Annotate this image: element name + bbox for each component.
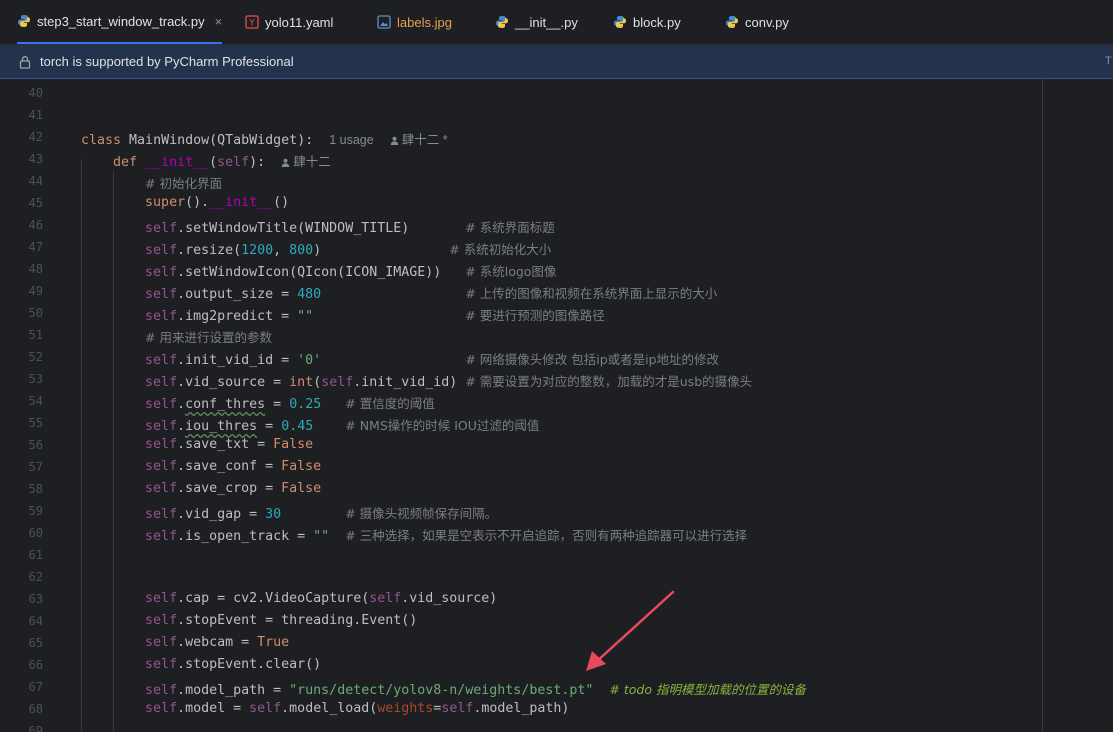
banner-text: torch is supported by PyCharm Profession…: [40, 54, 294, 69]
line-number: 55: [28, 416, 43, 430]
code-line: self.init_vid_id = '0' # 网络摄像头修改 包括ip或者是…: [145, 352, 720, 368]
python-file-icon: [496, 16, 508, 28]
python-file-icon: [18, 15, 30, 27]
line-number: 53: [28, 372, 43, 386]
author-inlay-hint[interactable]: 肆十二 *: [390, 133, 448, 147]
code-line: self.webcam = True: [145, 635, 290, 650]
code-line: self.stopEvent = threading.Event(): [145, 613, 418, 628]
yaml-file-icon: Y: [245, 15, 259, 29]
tab-label: yolo11.yaml: [265, 14, 334, 30]
person-icon: [281, 158, 290, 167]
line-number: 65: [28, 636, 43, 650]
tab-conv-py[interactable]: conv.py: [725, 0, 789, 44]
code-line: self.is_open_track = "" # 三种选择，如果是空表示不开启…: [145, 528, 748, 544]
line-number: 62: [28, 570, 43, 584]
image-file-icon: [377, 15, 391, 29]
tab-label: __init__.py: [515, 14, 578, 30]
tab-block-py[interactable]: block.py: [613, 0, 681, 44]
tab-label: step3_start_window_track.py: [37, 13, 205, 29]
tab-label: labels.jpg: [397, 14, 452, 30]
tab-init-py[interactable]: __init__.py: [495, 0, 578, 44]
banner-overflow-text: T: [1105, 55, 1112, 67]
line-number: 67: [28, 680, 43, 694]
line-number: 50: [28, 306, 43, 320]
tab-label: conv.py: [745, 14, 789, 30]
editor-tab-bar: step3_start_window_track.py × Y yolo11.y…: [0, 0, 1113, 45]
close-icon[interactable]: ×: [215, 14, 223, 29]
python-file-icon: [726, 16, 738, 28]
code-line: self.iou_thres = 0.45 # NMS操作的时候 IOU过滤的阈…: [145, 418, 540, 434]
line-number: 59: [28, 504, 43, 518]
code-line: class MainWindow(QTabWidget): 1 usage 肆十…: [81, 133, 448, 148]
usage-inlay-hint[interactable]: 1 usage: [329, 133, 373, 147]
line-number: 46: [28, 218, 43, 232]
tab-step3-start-window-track[interactable]: step3_start_window_track.py ×: [17, 0, 223, 44]
plugin-notification-banner: torch is supported by PyCharm Profession…: [0, 45, 1113, 79]
code-line: self.stopEvent.clear(): [145, 657, 322, 672]
code-line: self.conf_thres = 0.25 # 置信度的阈值: [145, 396, 435, 412]
line-number: 44: [28, 174, 43, 188]
line-number: 56: [28, 438, 43, 452]
code-line: self.setWindowIcon(QIcon(ICON_IMAGE)) # …: [145, 264, 557, 280]
code-line: def __init__(self): 肆十二: [113, 155, 331, 170]
code-line: self.save_crop = False: [145, 481, 322, 496]
code-line: self.setWindowTitle(WINDOW_TITLE) # 系统界面…: [145, 220, 555, 236]
line-number: 69: [28, 724, 43, 732]
code-line: # 用来进行设置的参数: [145, 330, 272, 345]
line-number: 40: [28, 86, 43, 100]
python-file-icon: [614, 16, 626, 28]
code-line: self.cap = cv2.VideoCapture(self.vid_sou…: [145, 591, 498, 606]
tab-label: block.py: [633, 14, 681, 30]
code-line: self.resize(1200, 800) # 系统初始化大小: [145, 242, 552, 258]
code-line: # 初始化界面: [145, 176, 222, 191]
code-line: self.vid_source = int(self.init_vid_id) …: [145, 374, 753, 390]
line-number: 68: [28, 702, 43, 716]
tab-labels-jpg[interactable]: labels.jpg: [377, 0, 452, 44]
line-number: 64: [28, 614, 43, 628]
line-number: 52: [28, 350, 43, 364]
line-number: 58: [28, 482, 43, 496]
code-editor[interactable]: 40 41 42 43 44 45 46 47 48 49 50 51 52 5…: [0, 79, 1113, 732]
line-number: 60: [28, 526, 43, 540]
person-icon: [390, 136, 398, 145]
line-number: 51: [28, 328, 43, 342]
tab-yolo11-yaml[interactable]: Y yolo11.yaml: [245, 0, 333, 44]
line-number: 42: [28, 130, 43, 144]
code-line: self.model_path = "runs/detect/yolov8-n/…: [145, 682, 806, 698]
line-number: 61: [28, 548, 43, 562]
line-number: 63: [28, 592, 43, 606]
svg-text:Y: Y: [248, 19, 255, 29]
code-line: self.save_txt = False: [145, 437, 314, 452]
line-number: 48: [28, 262, 43, 276]
line-number: 49: [28, 284, 43, 298]
lock-icon: [19, 55, 31, 69]
code-line: self.img2predict = "" # 要进行预测的图像路径: [145, 308, 605, 324]
code-line: super().__init__(): [145, 195, 290, 210]
right-margin-guide: [1042, 79, 1043, 732]
code-line: self.model = self.model_load(weights=sel…: [145, 701, 570, 716]
code-line: self.output_size = 480 # 上传的图像和视频在系统界面上显…: [145, 286, 718, 302]
line-number: 57: [28, 460, 43, 474]
line-number: 45: [28, 196, 43, 210]
code-line: self.save_conf = False: [145, 459, 322, 474]
line-number: 41: [28, 108, 43, 122]
line-number: 54: [28, 394, 43, 408]
line-number: 47: [28, 240, 43, 254]
line-number: 43: [28, 152, 43, 166]
code-line: self.vid_gap = 30 # 摄像头视频帧保存间隔。: [145, 506, 498, 522]
line-number: 66: [28, 658, 43, 672]
author-inlay-hint[interactable]: 肆十二: [281, 155, 331, 169]
